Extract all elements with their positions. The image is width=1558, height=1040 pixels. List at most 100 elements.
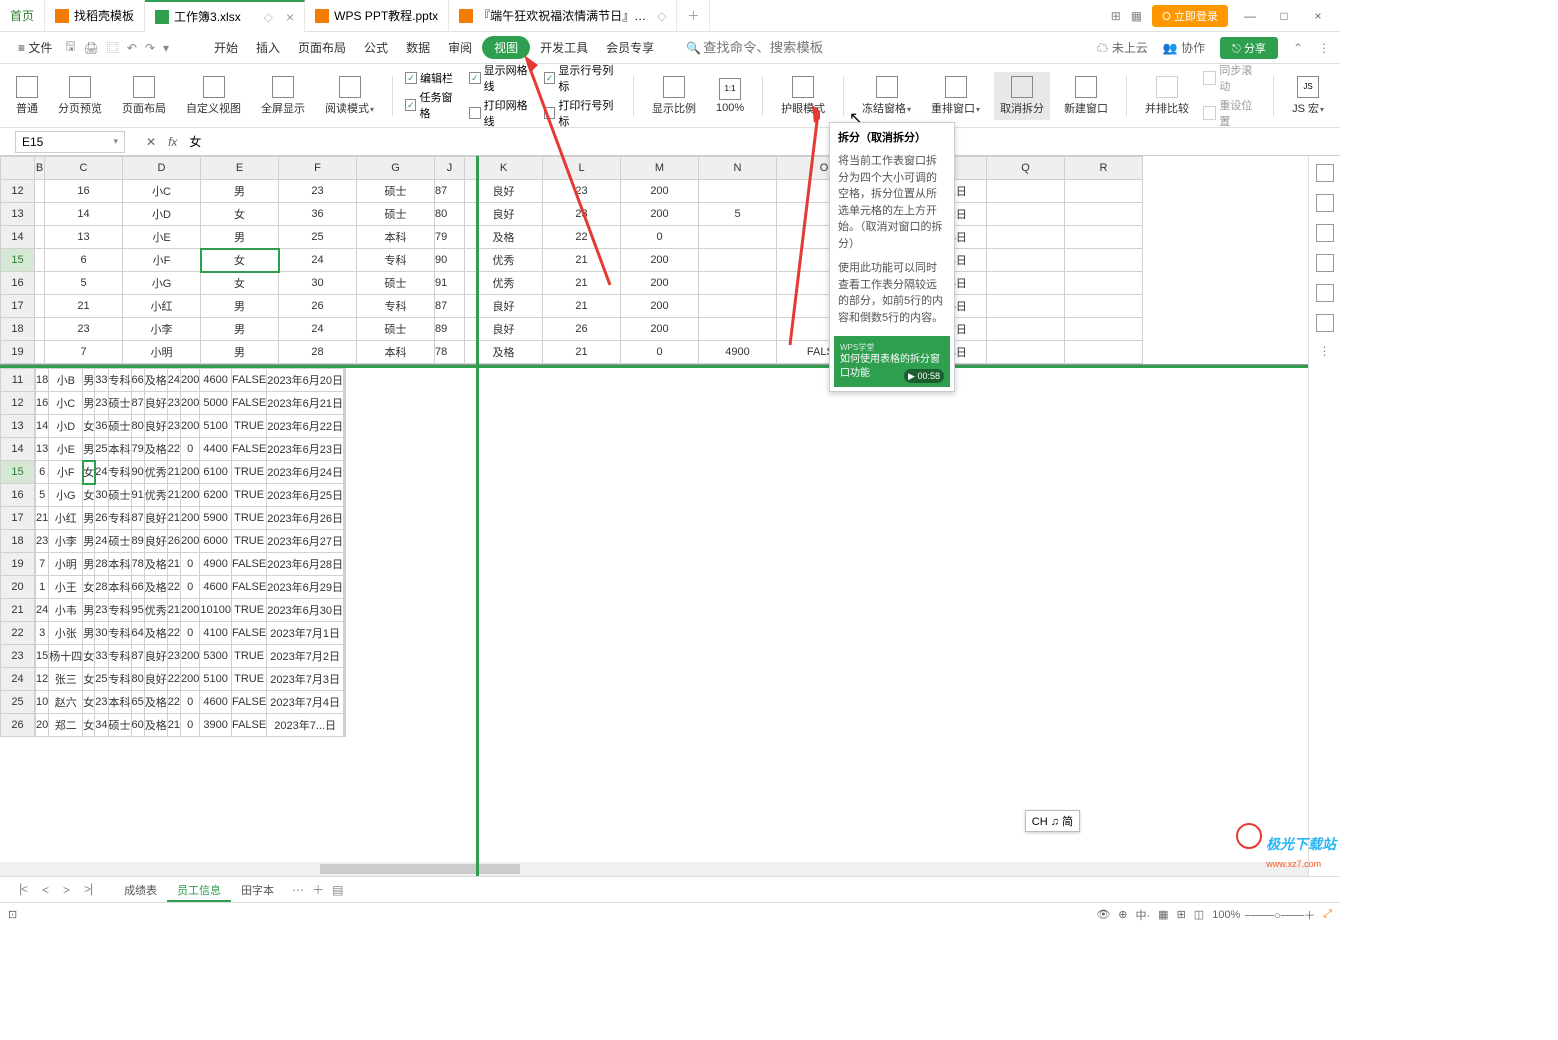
status-view1-icon[interactable]: ▦	[1158, 908, 1168, 921]
ribbon-split-cancel[interactable]: 取消拆分	[994, 72, 1050, 120]
row-header[interactable]: 23	[1, 645, 35, 668]
qat-preview-icon[interactable]: ⿴	[104, 39, 122, 56]
maximize-icon[interactable]: □	[1272, 4, 1296, 28]
row-header[interactable]: 12	[1, 392, 35, 415]
zoom-control[interactable]: 100% −───○───＋	[1212, 907, 1315, 923]
sheet-tab[interactable]: 成绩表	[114, 882, 167, 900]
fx-icon[interactable]: fx	[162, 135, 183, 149]
cancel-formula-icon[interactable]: ✕	[140, 135, 162, 149]
row-header[interactable]: 12	[1, 180, 35, 203]
close-icon[interactable]: ×	[286, 9, 294, 25]
row-header[interactable]: 19	[1, 553, 35, 576]
collab-button[interactable]: 👥 协作	[1163, 39, 1205, 56]
table-row[interactable]: 22 3小张男30专科 64及格2204100FALSE2023年7月1日	[1, 622, 346, 645]
tooltip-video[interactable]: WPS学堂 如何使用表格的拆分窗口功能 ▶ 00:58	[834, 336, 950, 387]
tab-home[interactable]: 首页	[0, 0, 45, 32]
menu-hamburger[interactable]: ≡ 文件	[10, 35, 60, 60]
scrollbar-horizontal[interactable]	[0, 862, 1308, 876]
sheet-nav-next[interactable]: >	[60, 883, 73, 897]
share-button[interactable]: ⎋ 分享	[1220, 37, 1278, 59]
col-header[interactable]: D	[123, 157, 201, 180]
tab-ppt2[interactable]: 『端午狂欢祝福浓情满节日』…◇	[449, 0, 677, 32]
col-header[interactable]: B	[35, 157, 45, 180]
col-header[interactable]: G	[357, 157, 435, 180]
row-header[interactable]: 13	[1, 415, 35, 438]
table-row[interactable]: 17 21小红男26专科 87良好212005900TRUE2023年6月26日	[1, 507, 346, 530]
more-icon[interactable]: ⋮	[1318, 41, 1330, 55]
row-header[interactable]: 26	[1, 714, 35, 737]
row-header[interactable]: 15	[1, 249, 35, 272]
status-deco-icon[interactable]: 中·	[1136, 907, 1151, 923]
sidebar-backup-icon[interactable]	[1316, 314, 1334, 332]
ribbon-custom-view[interactable]: 自定义视图	[180, 72, 247, 120]
ribbon-newwindow[interactable]: 新建窗口	[1058, 72, 1114, 120]
table-row[interactable]: 20 1小王女28本科 66及格2204600FALSE2023年6月29日	[1, 576, 346, 599]
sheet-tab[interactable]: 员工信息	[167, 882, 231, 902]
ribbon-fullscreen[interactable]: 全屏显示	[255, 72, 311, 120]
row-header[interactable]: 11	[1, 369, 35, 392]
col-header[interactable]: F	[279, 157, 357, 180]
table-row[interactable]: 21 24小韦男23专科 95优秀2120010100TRUE2023年6月30…	[1, 599, 346, 622]
sheet-nav-prev[interactable]: <	[39, 883, 52, 897]
row-header[interactable]: 22	[1, 622, 35, 645]
row-header[interactable]: 20	[1, 576, 35, 599]
status-grid-icon[interactable]: ⊕	[1118, 908, 1127, 921]
ribbon-reading[interactable]: 阅读模式	[319, 72, 380, 120]
col-header[interactable]: Q	[987, 157, 1065, 180]
menu-pagelayout[interactable]: 页面布局	[290, 35, 354, 60]
split-bar-horizontal[interactable]	[0, 365, 1308, 368]
qat-redo-icon[interactable]: ↷	[142, 41, 158, 55]
pin-icon[interactable]: ◇	[264, 10, 273, 24]
row-header[interactable]: 14	[1, 226, 35, 249]
sheet-list-icon[interactable]: ▤	[332, 883, 343, 897]
table-row[interactable]: 19 7小明男28本科 78及格2104900FALSE2023年6月28日	[1, 553, 346, 576]
status-view2-icon[interactable]: ⊞	[1177, 908, 1186, 921]
ribbon-normal[interactable]: 普通	[10, 72, 44, 120]
col-header[interactable]: E	[201, 157, 279, 180]
sidebar-more-icon[interactable]: ⋮	[1319, 344, 1331, 358]
table-row[interactable]: 26 20郑二女34硕士 60及格2103900FALSE2023年7...日	[1, 714, 346, 737]
sidebar-filter-icon[interactable]	[1316, 254, 1334, 272]
minimize-icon[interactable]: —	[1238, 4, 1262, 28]
table-row[interactable]: 15 6小F女24专科 90优秀212006100TRUE2023年6月24日	[1, 461, 346, 484]
tab-workbook[interactable]: 工作簿3.xlsx◇×	[145, 0, 305, 32]
table-row[interactable]: 13 14小D女36硕士 80良好232005100TRUE2023年6月22日	[1, 415, 346, 438]
cloud-status[interactable]: ☁ 未上云	[1097, 39, 1148, 56]
row-header[interactable]: 16	[1, 272, 35, 295]
qat-dropdown-icon[interactable]: ▾	[160, 41, 172, 55]
sidebar-style-icon[interactable]	[1316, 224, 1334, 242]
row-header[interactable]: 15	[1, 461, 35, 484]
row-header[interactable]: 17	[1, 295, 35, 318]
row-header[interactable]: 14	[1, 438, 35, 461]
ribbon-freeze[interactable]: 冻结窗格	[856, 72, 917, 120]
sheet-tab[interactable]: 田字本	[231, 882, 284, 900]
table-row[interactable]: 18 23小李男24硕士 89良好262006000TRUE2023年6月27日	[1, 530, 346, 553]
table-row[interactable]: 24 12张三女25专科 80良好222005100TRUE2023年7月3日	[1, 668, 346, 691]
qat-undo-icon[interactable]: ↶	[124, 41, 140, 55]
tab-ppt1[interactable]: WPS PPT教程.pptx	[305, 0, 449, 32]
sheet-nav-first[interactable]: ⎹<	[6, 882, 31, 897]
sidebar-chart-icon[interactable]	[1316, 284, 1334, 302]
row-header[interactable]: 18	[1, 318, 35, 341]
row-header[interactable]: 17	[1, 507, 35, 530]
status-expand-icon[interactable]: ⤢	[1323, 908, 1332, 921]
row-header[interactable]: 21	[1, 599, 35, 622]
name-box[interactable]: E15	[15, 131, 125, 153]
close-window-icon[interactable]: ×	[1306, 4, 1330, 28]
menu-formula[interactable]: 公式	[356, 35, 396, 60]
table-row[interactable]: 11 18小B男33专科 66及格242004600FALSE2023年6月20…	[1, 369, 346, 392]
menu-start[interactable]: 开始	[206, 35, 246, 60]
menu-insert[interactable]: 插入	[248, 35, 288, 60]
ribbon-arrange[interactable]: 重排窗口	[925, 72, 986, 120]
col-header[interactable]: R	[1065, 157, 1143, 180]
login-button[interactable]: ⭘ 立即登录	[1152, 5, 1228, 27]
sheet-more-icon[interactable]: ⋯	[292, 883, 304, 897]
status-eye-icon[interactable]: 👁	[1096, 908, 1110, 921]
menu-data[interactable]: 数据	[398, 35, 438, 60]
ribbon-pagebreak[interactable]: 分页预览	[52, 72, 108, 120]
row-header[interactable]: 18	[1, 530, 35, 553]
row-header[interactable]: 19	[1, 341, 35, 364]
chevron-up-icon[interactable]: ⌃	[1293, 41, 1303, 55]
app-icon[interactable]: ▦	[1131, 9, 1142, 23]
qat-print-icon[interactable]: 🖨	[81, 41, 102, 55]
